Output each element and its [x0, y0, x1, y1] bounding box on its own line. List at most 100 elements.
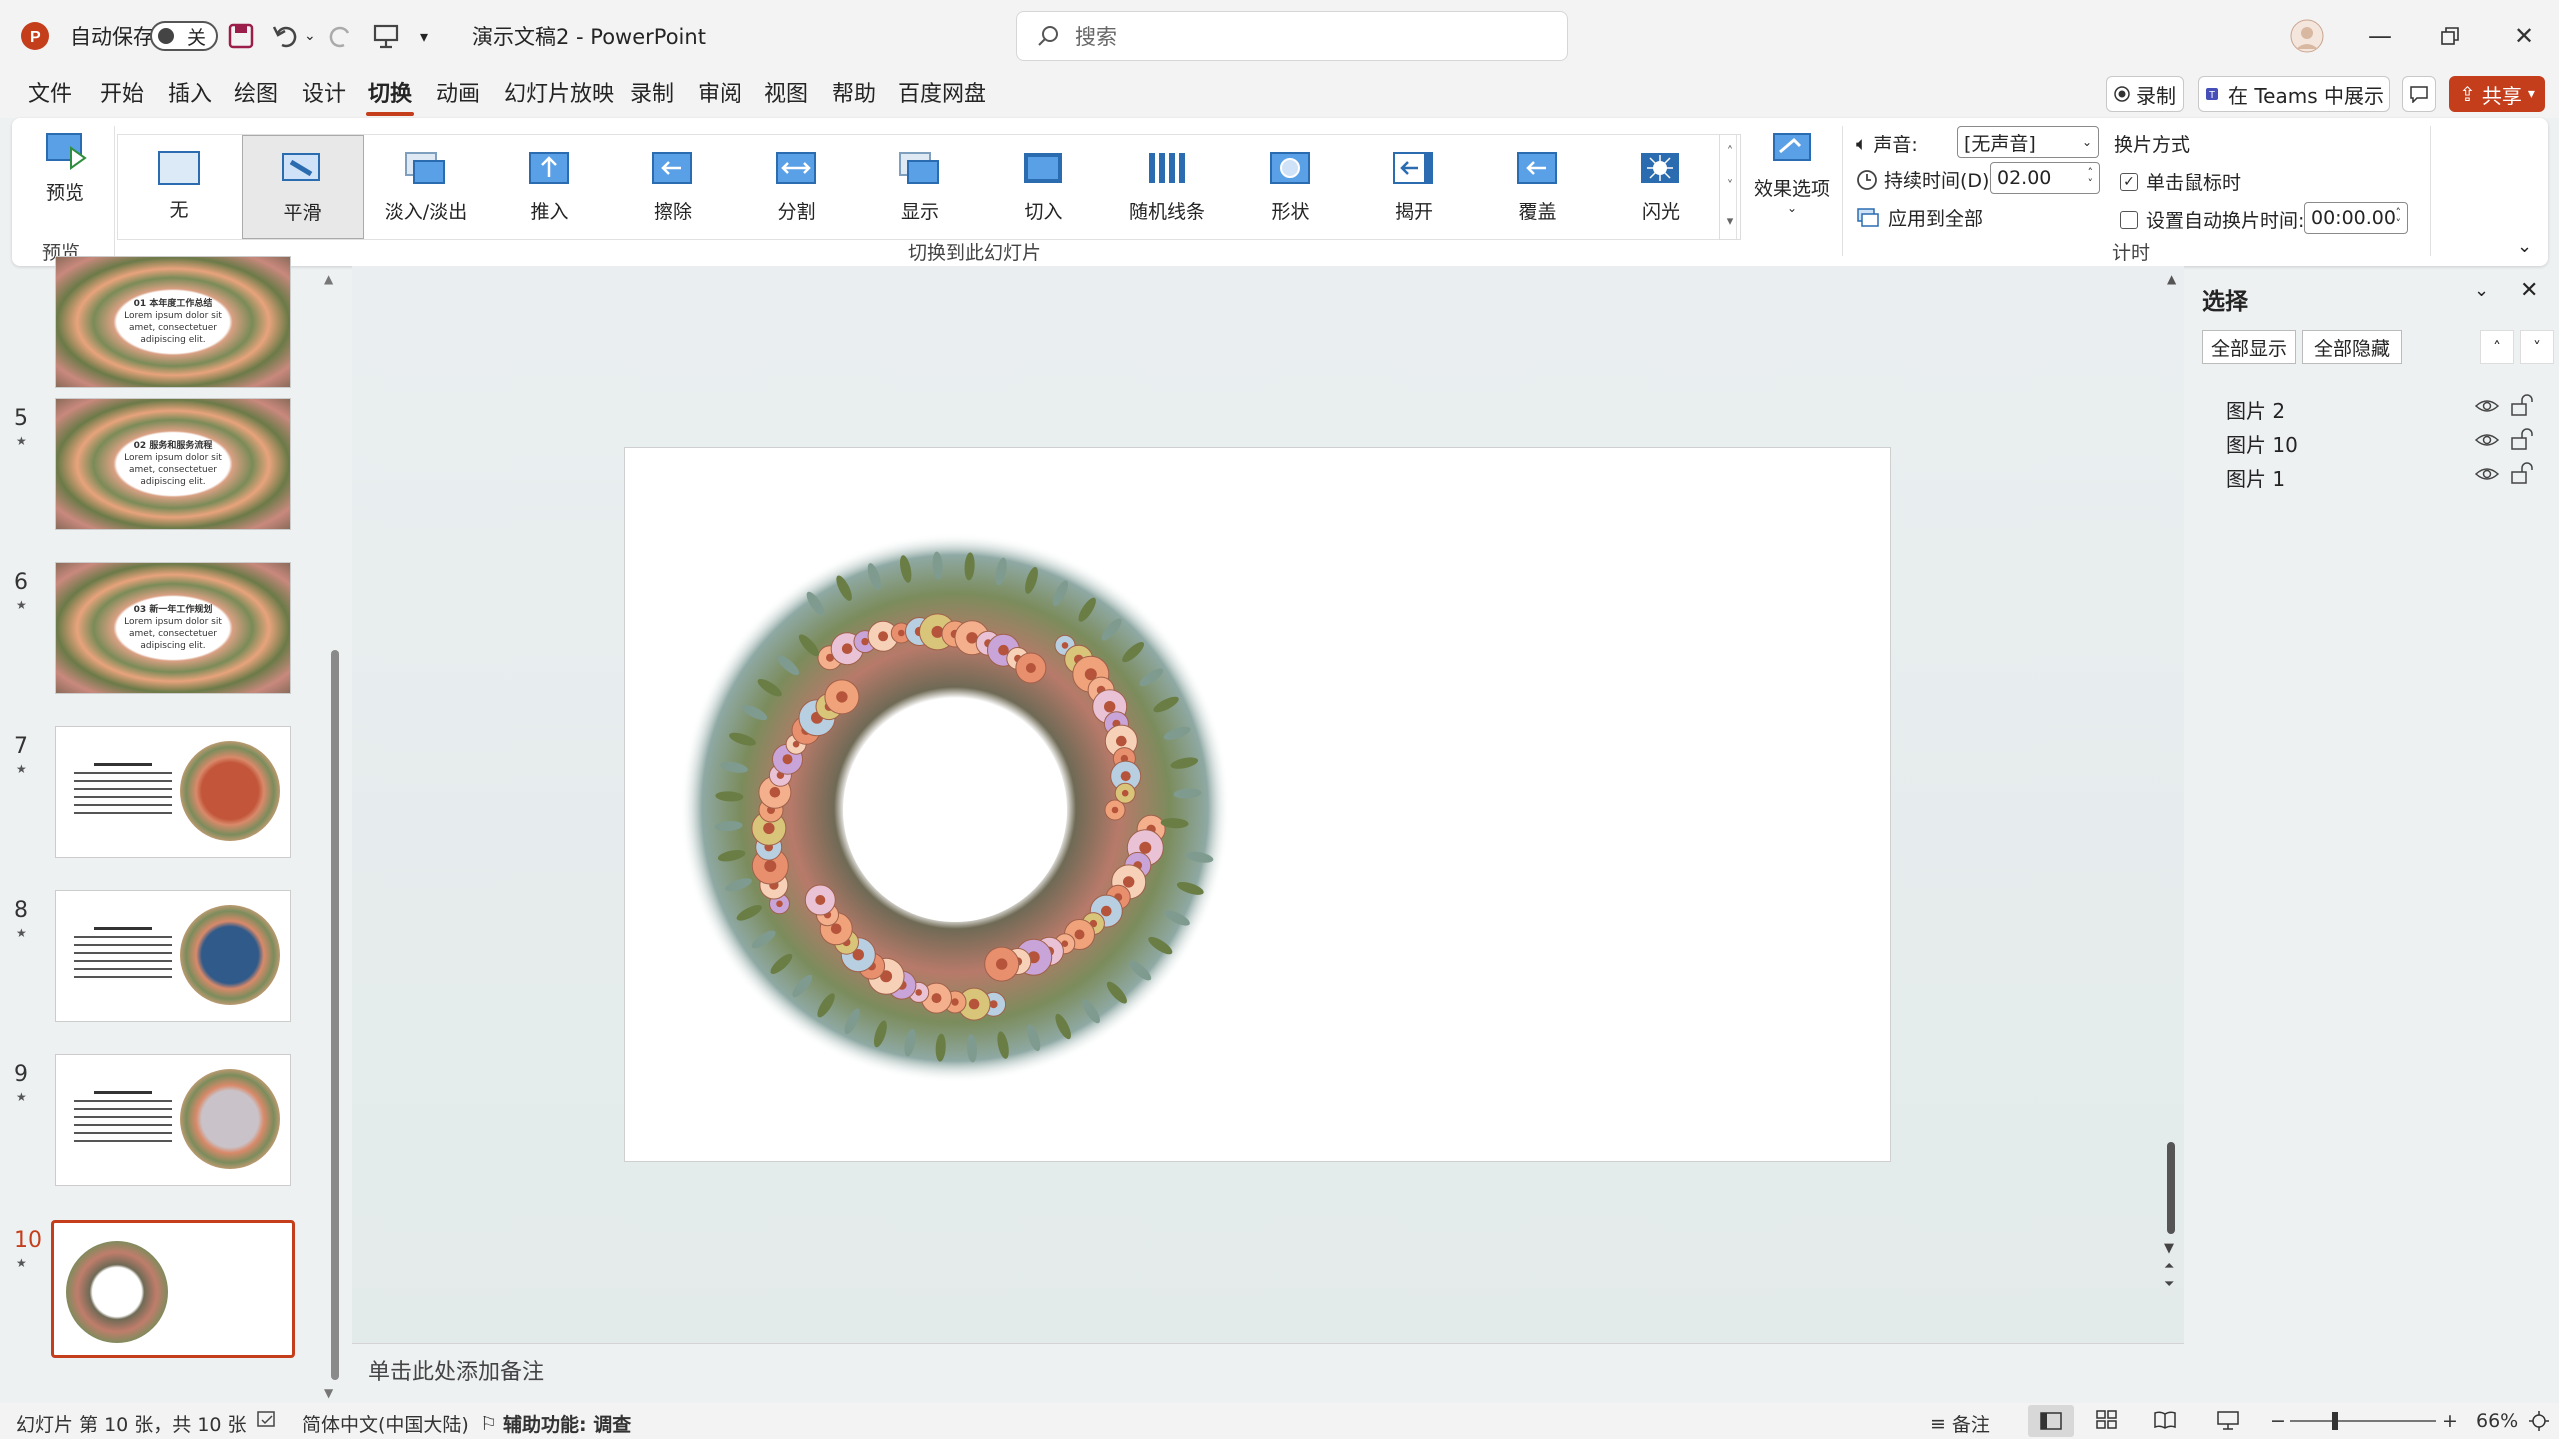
zoom-out-icon[interactable]: − — [2270, 1410, 2286, 1432]
undo-dropdown-icon[interactable]: ⌄ — [304, 18, 316, 54]
tab-0[interactable]: 文件 — [26, 80, 74, 110]
unlock-icon[interactable] — [2510, 462, 2534, 484]
zoom-slider[interactable] — [2290, 1420, 2436, 1422]
thumbnail-scrollbar[interactable] — [331, 650, 339, 1380]
transition-push[interactable]: 推入 — [489, 135, 611, 239]
slideshow-icon[interactable] — [2216, 1410, 2240, 1430]
tab-3[interactable]: 绘图 — [232, 80, 280, 110]
save-icon[interactable] — [228, 18, 254, 54]
minimize-icon[interactable]: — — [2345, 0, 2415, 72]
show-all-button[interactable]: 全部显示 — [2202, 330, 2296, 364]
zoom-level[interactable]: 66% — [2476, 1410, 2518, 1432]
duration-input[interactable]: 02.00 ˄ ˅ — [1990, 162, 2100, 194]
slide-thumbnail[interactable]: 01 本年度工作总结 Lorem ipsum dolor sit amet, co… — [55, 256, 291, 388]
notes-pane[interactable]: 单击此处添加备注 — [352, 1343, 2184, 1403]
scroll-up-icon[interactable]: ▲ — [324, 272, 333, 286]
collapse-ribbon-icon[interactable]: ⌄ — [2517, 236, 2532, 257]
normal-view-icon[interactable] — [2028, 1405, 2074, 1437]
transition-fade[interactable]: 淡入/淡出 — [365, 135, 487, 239]
unlock-icon[interactable] — [2510, 428, 2534, 450]
transition-split[interactable]: 分割 — [736, 135, 858, 239]
slide-thumbnail[interactable]: 03 新一年工作规划 Lorem ipsum dolor sit amet, co… — [55, 562, 291, 694]
pane-options-icon[interactable]: ⌄ — [2474, 280, 2489, 301]
undo-icon[interactable] — [272, 18, 302, 54]
transition-cover[interactable]: 覆盖 — [1477, 135, 1599, 239]
transition-flash[interactable]: 闪光 — [1600, 135, 1722, 239]
tab-9[interactable]: 审阅 — [696, 80, 744, 110]
send-backward-icon[interactable]: ˅ — [2520, 330, 2554, 364]
transition-wipe[interactable]: 擦除 — [612, 135, 734, 239]
reading-view-icon[interactable] — [2154, 1410, 2176, 1430]
slide-info[interactable]: 幻灯片 第 10 张，共 10 张 — [16, 1410, 247, 1437]
selection-item[interactable]: 图片 2 — [2186, 392, 2559, 424]
tab-10[interactable]: 视图 — [762, 80, 810, 110]
slide-thumbnail[interactable] — [55, 890, 291, 1022]
customize-qat-icon[interactable]: ▾ — [420, 18, 428, 54]
scroll-down-icon[interactable]: ▼ — [324, 1386, 333, 1400]
zoom-in-icon[interactable]: + — [2442, 1410, 2458, 1432]
tab-8[interactable]: 录制 — [628, 80, 676, 110]
comments-icon[interactable] — [2402, 76, 2436, 112]
tab-2[interactable]: 插入 — [166, 80, 214, 110]
slide-thumbnail[interactable] — [51, 1220, 295, 1358]
slide-sorter-icon[interactable] — [2096, 1410, 2118, 1430]
visibility-eye-icon[interactable] — [2474, 396, 2500, 416]
spellcheck-icon[interactable] — [256, 1410, 278, 1430]
transition-random-bars[interactable]: 随机线条 — [1106, 135, 1228, 239]
selection-item[interactable]: 图片 1 — [2186, 460, 2559, 492]
editor-scrollbar[interactable] — [2167, 1142, 2175, 1234]
avatar[interactable] — [2290, 18, 2324, 54]
checkbox-checked-icon: ✓ — [2120, 172, 2138, 191]
fit-to-window-icon[interactable] — [2528, 1410, 2550, 1432]
visibility-eye-icon[interactable] — [2474, 464, 2500, 484]
preview-button[interactable]: 预览 — [30, 128, 100, 228]
present-from-start-icon[interactable] — [372, 18, 400, 54]
share-button[interactable]: ⇪ 共享 ▾ — [2449, 76, 2545, 112]
present-in-teams-button[interactable]: T 在 Teams 中展示 — [2198, 76, 2390, 112]
on-click-checkbox[interactable]: ✓ 单击鼠标时 — [2120, 168, 2241, 195]
bring-forward-icon[interactable]: ˄ — [2480, 330, 2514, 364]
tab-5[interactable]: 切换 — [366, 80, 415, 116]
restore-icon[interactable] — [2415, 0, 2485, 72]
tab-6[interactable]: 动画 — [434, 80, 482, 110]
autosave-toggle[interactable]: 关 — [150, 18, 218, 54]
language[interactable]: 简体中文(中国大陆) — [302, 1410, 469, 1437]
transition-cut[interactable]: 切入 — [983, 135, 1105, 239]
thumb-text-lines — [74, 1091, 172, 1148]
transition-none[interactable]: 无 — [118, 135, 240, 239]
slide-thumbnail[interactable] — [55, 1054, 291, 1186]
slide-thumbnail[interactable] — [55, 726, 291, 858]
transition-uncover[interactable]: 揭开 — [1353, 135, 1475, 239]
auto-after-input[interactable]: 00:00.00 ˄ ˅ — [2304, 202, 2408, 234]
scroll-up-icon[interactable]: ▲ — [2167, 272, 2176, 286]
effect-options-button[interactable]: 效果选项 ⌄ — [1750, 130, 1834, 230]
search-box[interactable]: 搜索 — [1016, 11, 1568, 61]
redo-icon[interactable] — [328, 18, 354, 54]
prev-next-slide-icons[interactable]: ▼ ⏶ ⏷ — [2164, 1240, 2174, 1294]
tab-1[interactable]: 开始 — [98, 80, 146, 110]
tab-7[interactable]: 幻灯片放映 — [502, 80, 616, 110]
record-button[interactable]: 录制 — [2106, 76, 2184, 112]
unlock-icon[interactable] — [2510, 394, 2534, 416]
flower-wreath-image[interactable] — [680, 528, 1240, 1088]
auto-after-checkbox[interactable]: 设置自动换片时间: — [2120, 206, 2304, 233]
accessibility-status[interactable]: ⚐ 辅助功能: 调查 — [480, 1410, 631, 1437]
slide-canvas[interactable] — [624, 447, 1891, 1162]
sound-select[interactable]: [无声音] ⌄ — [1957, 126, 2099, 158]
apply-all-button[interactable]: 应用到全部 — [1856, 204, 1983, 231]
notes-button[interactable]: ≡ 备注 — [1930, 1410, 1990, 1437]
tab-4[interactable]: 设计 — [300, 80, 348, 110]
close-icon[interactable]: ✕ — [2489, 0, 2559, 72]
gallery-scroll[interactable]: ˄ ˅ ▾ — [1719, 134, 1741, 240]
zoom-slider-thumb[interactable] — [2332, 1412, 2338, 1430]
selection-item[interactable]: 图片 10 — [2186, 426, 2559, 458]
visibility-eye-icon[interactable] — [2474, 430, 2500, 450]
close-icon[interactable]: ✕ — [2520, 278, 2538, 303]
tab-12[interactable]: 百度网盘 — [896, 80, 988, 110]
hide-all-button[interactable]: 全部隐藏 — [2302, 330, 2402, 364]
tab-11[interactable]: 帮助 — [830, 80, 878, 110]
transition-reveal[interactable]: 显示 — [859, 135, 981, 239]
slide-thumbnail[interactable]: 02 服务和服务流程 Lorem ipsum dolor sit amet, co… — [55, 398, 291, 530]
transition-shape[interactable]: 形状 — [1230, 135, 1352, 239]
transition-morph[interactable]: 平滑 — [241, 135, 364, 239]
